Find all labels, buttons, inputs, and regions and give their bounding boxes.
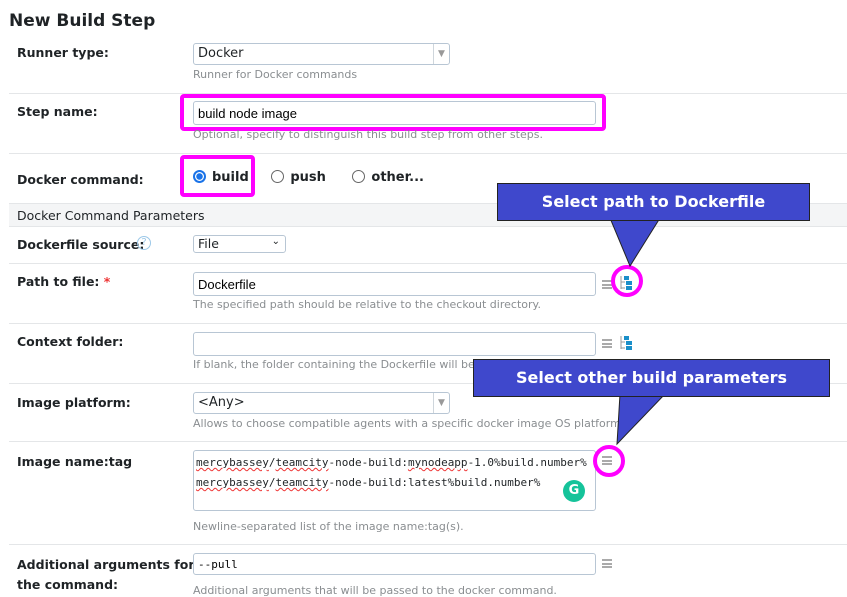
callout-path: Select path to Dockerfile — [497, 183, 810, 221]
page-title: New Build Step — [9, 11, 156, 31]
dockerfile-source-select[interactable]: File ⌄ — [193, 235, 286, 253]
chevron-down-icon: ▼ — [433, 393, 449, 413]
tag-line: mercybassey/teamcity-node-build:mynodeap… — [196, 456, 587, 469]
context-folder-label: Context folder: — [17, 334, 124, 349]
step-name-label: Step name: — [17, 104, 98, 119]
image-name-tag-note: Newline-separated list of the image name… — [193, 520, 464, 533]
image-platform-label: Image platform: — [17, 395, 131, 410]
docker-command-label: Docker command: — [17, 172, 144, 187]
dockerfile-source-label: Dockerfile source: — [17, 237, 145, 252]
image-name-tag-label: Image name:tag — [17, 454, 133, 469]
radio-other[interactable]: other... — [352, 170, 424, 185]
additional-args-input[interactable] — [193, 553, 596, 575]
chevron-down-icon: ⌄ — [271, 236, 280, 247]
parameters-icon[interactable] — [602, 559, 612, 568]
path-to-file-label: Path to file: * — [17, 274, 111, 289]
highlight-circle — [593, 445, 625, 477]
image-platform-select[interactable]: <Any> ▼ — [193, 392, 450, 414]
context-folder-input[interactable] — [193, 332, 596, 356]
help-icon[interactable]: ? — [137, 236, 151, 250]
callout-pointer — [609, 218, 661, 268]
highlight-box — [180, 155, 255, 197]
callout-params: Select other build parameters — [473, 359, 830, 397]
step-name-note: Optional, specify to distinguish this bu… — [193, 128, 543, 141]
radio-push[interactable]: push — [271, 170, 326, 185]
image-platform-note: Allows to choose compatible agents with … — [193, 417, 625, 430]
parameters-icon[interactable] — [602, 339, 612, 348]
additional-args-note: Additional arguments that will be passed… — [193, 584, 557, 597]
chevron-down-icon: ▼ — [433, 44, 449, 64]
grammarly-icon[interactable]: G — [563, 480, 585, 502]
additional-args-label: Additional arguments for the command: — [17, 557, 195, 592]
tag-line: mercybassey/teamcity-node-build:latest%b… — [196, 476, 541, 489]
runner-type-label: Runner type: — [17, 45, 109, 60]
highlight-box — [180, 94, 606, 131]
file-tree-icon[interactable] — [619, 335, 633, 351]
runner-type-note: Runner for Docker commands — [193, 68, 358, 81]
context-folder-note: If blank, the folder containing the Dock… — [193, 358, 486, 371]
highlight-circle — [611, 265, 643, 297]
runner-type-select[interactable]: Docker ▼ — [193, 43, 450, 65]
runner-type-value: Docker — [198, 46, 244, 61]
image-name-tag-textarea[interactable]: mercybassey/teamcity-node-build:mynodeap… — [193, 450, 596, 511]
path-to-file-note: The specified path should be relative to… — [193, 298, 541, 311]
path-to-file-input[interactable] — [193, 272, 596, 296]
callout-pointer — [616, 394, 666, 446]
section-header: Docker Command Parameters — [17, 208, 205, 223]
